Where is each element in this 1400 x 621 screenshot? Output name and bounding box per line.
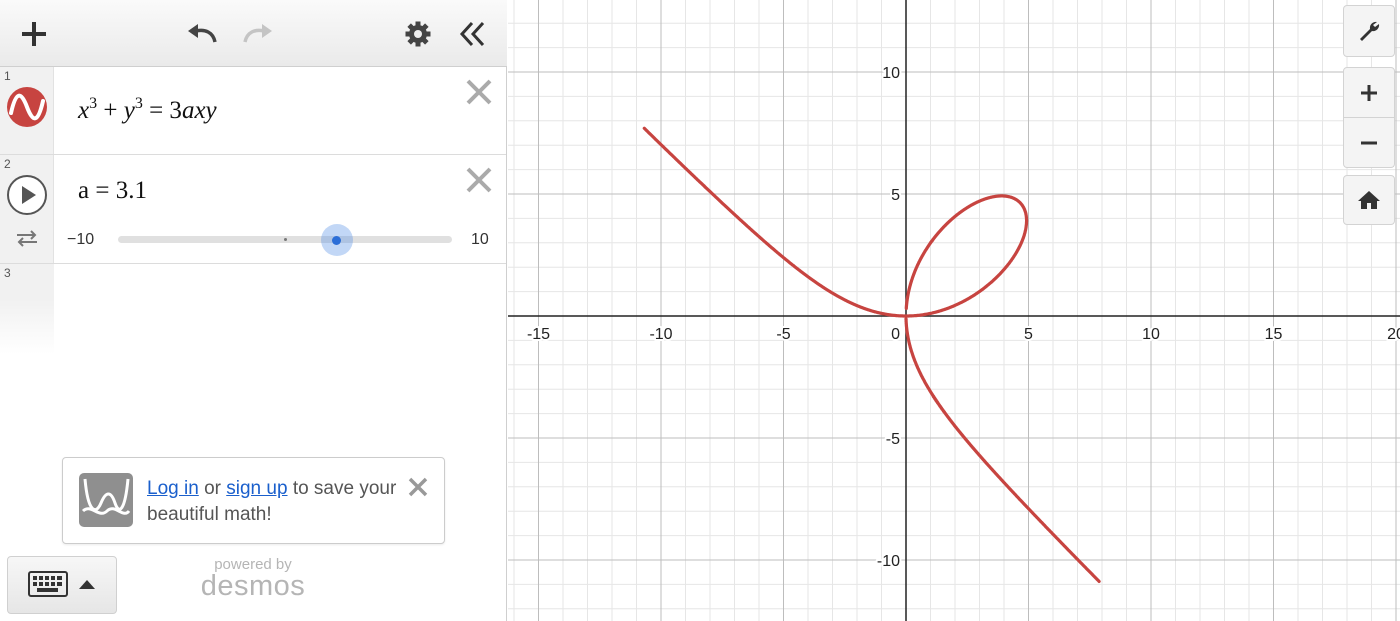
expression-gutter: 3	[0, 264, 54, 354]
expression-index: 1	[4, 69, 11, 83]
y-tick-label: 10	[882, 65, 900, 82]
expression-gutter: 1	[0, 67, 54, 154]
major-gridlines	[508, 0, 1400, 621]
x-tick-label: -15	[527, 326, 550, 343]
x-tick-label: 0	[891, 326, 900, 343]
settings-button[interactable]	[398, 14, 438, 54]
gear-icon	[405, 21, 431, 47]
x-tick-label: -5	[776, 326, 790, 343]
zoom-in-icon	[1361, 84, 1377, 101]
caret-up-icon	[79, 580, 95, 589]
x-tick-label: 5	[1024, 326, 1033, 343]
redo-icon	[243, 24, 272, 43]
powered-by-desmos: powered by desmos	[198, 556, 308, 603]
zoom-in-button[interactable]	[1343, 67, 1395, 118]
loop-icon[interactable]	[14, 227, 40, 249]
desmos-wordmark: desmos	[200, 570, 306, 602]
axes	[508, 0, 1400, 621]
undo-icon	[188, 24, 217, 43]
expression-gutter: 2	[0, 155, 54, 263]
expression-row-3[interactable]: 3	[0, 264, 506, 354]
x-tick-label: 20	[1387, 326, 1400, 343]
play-icon[interactable]	[6, 174, 48, 216]
login-prompt-text: Log in or sign up to save your beautiful…	[147, 476, 397, 528]
desmos-logo-icon	[79, 473, 133, 527]
expression-index: 2	[4, 157, 11, 171]
expression-row-1[interactable]: 1 x3 + y3 = 3axy	[0, 67, 506, 155]
or-text: or	[204, 478, 221, 499]
signup-link[interactable]: sign up	[226, 478, 287, 499]
folium-curve[interactable]	[642, 126, 1101, 583]
slider-handle[interactable]	[320, 224, 353, 256]
slider-min-label[interactable]: −10	[67, 231, 94, 249]
y-tick-label: -5	[886, 431, 900, 448]
expression-math-1[interactable]: x3 + y3 = 3axy	[78, 96, 217, 125]
wave-icon[interactable]	[6, 86, 48, 128]
x-tick-label: 10	[1142, 326, 1160, 343]
expression-panel: 1 x3 + y3 = 3axy 2 a = 3.1 −10 10 3 Log …	[0, 0, 507, 621]
y-tick-label: -10	[877, 553, 900, 570]
expression-toolbar	[0, 0, 507, 67]
x-tick-label: -10	[649, 326, 672, 343]
keyboard-toggle-button[interactable]	[7, 556, 117, 614]
slider-zero-marker	[283, 238, 287, 241]
zoom-out-button[interactable]	[1343, 118, 1395, 168]
keyboard-icon	[28, 571, 68, 597]
y-tick-label: 5	[891, 187, 900, 204]
minor-gridlines	[508, 0, 1400, 621]
x-tick-label: 15	[1265, 326, 1283, 343]
double-chevron-left-icon	[459, 21, 485, 47]
delete-expression-icon[interactable]	[464, 165, 494, 195]
expression-math-2[interactable]: a = 3.1	[78, 177, 147, 205]
slider-max-label[interactable]: 10	[471, 231, 489, 249]
login-prompt-card: Log in or sign up to save your beautiful…	[62, 457, 445, 544]
undo-button[interactable]	[182, 14, 222, 54]
default-viewport-button[interactable]	[1343, 175, 1395, 225]
graph-settings-button[interactable]	[1343, 5, 1395, 57]
redo-button[interactable]	[238, 14, 278, 54]
plus-icon	[22, 22, 46, 46]
add-expression-button[interactable]	[14, 14, 54, 54]
zoom-out-icon	[1361, 141, 1377, 144]
graph-canvas[interactable]: -15 -10 -5 0 5 10 15 20 10 5 -5 -10	[508, 0, 1400, 621]
login-link[interactable]: Log in	[147, 478, 199, 499]
close-icon[interactable]	[407, 476, 429, 498]
home-icon	[1358, 191, 1380, 209]
expression-index: 3	[4, 266, 11, 280]
collapse-panel-button[interactable]	[452, 14, 492, 54]
delete-expression-icon[interactable]	[464, 77, 494, 107]
wrench-icon	[1360, 21, 1380, 41]
desmos-calculator: 1 x3 + y3 = 3axy 2 a = 3.1 −10 10 3 Log …	[0, 0, 1400, 621]
graph-svg[interactable]: -15 -10 -5 0 5 10 15 20 10 5 -5 -10	[508, 0, 1400, 621]
